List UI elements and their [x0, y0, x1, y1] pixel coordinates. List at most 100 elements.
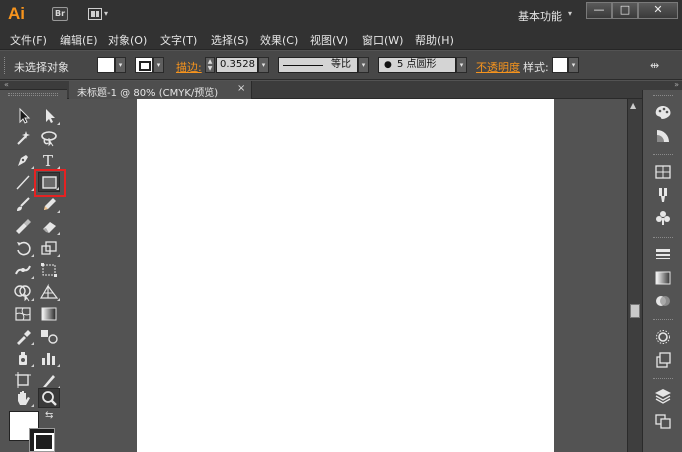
right-dock-header[interactable]: »: [642, 81, 682, 90]
toolbar-grip[interactable]: [8, 93, 58, 96]
rotate-tool[interactable]: [12, 238, 34, 258]
appearance-panel-button[interactable]: [653, 328, 673, 346]
dock-group-grip[interactable]: [653, 319, 673, 322]
eraser-tool[interactable]: [38, 216, 60, 236]
menu-object[interactable]: 对象(O): [108, 32, 147, 48]
menu-effect[interactable]: 效果(C): [260, 32, 298, 48]
magic-wand-tool[interactable]: [12, 128, 34, 148]
shape-builder-tool[interactable]: [12, 282, 34, 302]
close-button[interactable]: ✕: [638, 2, 678, 19]
selection-tool[interactable]: [12, 106, 34, 126]
scrollbar-thumb[interactable]: [630, 304, 640, 318]
stroke-panel-button[interactable]: [653, 246, 673, 264]
menu-view[interactable]: 视图(V): [310, 32, 348, 48]
zoom-magnifier-icon: [42, 391, 57, 406]
title-bar: Ai Br ▾ 基本功能 ▾ — □ ✕: [0, 0, 682, 30]
chevron-down-icon: ▾: [104, 9, 109, 18]
perspective-grid-tool[interactable]: [38, 282, 60, 302]
menu-help[interactable]: 帮助(H): [415, 32, 454, 48]
layers-panel-button[interactable]: [653, 387, 673, 405]
opacity-panel-link[interactable]: 不透明度: [476, 59, 520, 75]
pencil-tool[interactable]: [38, 194, 60, 214]
artboards-panel-button[interactable]: [653, 412, 673, 430]
artboard[interactable]: [137, 99, 554, 452]
minimize-button[interactable]: —: [586, 2, 612, 19]
menu-type[interactable]: 文字(T): [160, 32, 197, 48]
blob-brush-tool[interactable]: [12, 216, 34, 236]
appearance-sun-icon: [656, 330, 670, 344]
dock-group-grip[interactable]: [653, 237, 673, 240]
eyedropper-tool[interactable]: [12, 326, 34, 346]
graphic-styles-icon: [656, 352, 671, 368]
swatches-panel-button[interactable]: [653, 163, 673, 181]
arrange-documents-button[interactable]: ▾: [88, 8, 114, 22]
artboard-tool[interactable]: [12, 370, 34, 390]
zoom-tool[interactable]: [38, 388, 60, 408]
color-guide-panel-button[interactable]: [653, 127, 673, 145]
brushes-panel-button[interactable]: [653, 186, 673, 204]
fill-dropdown[interactable]: ▾: [115, 57, 126, 73]
vertical-scrollbar[interactable]: ▲: [627, 99, 642, 452]
paintbrush-icon: [17, 197, 30, 211]
scroll-up-icon[interactable]: ▲: [630, 101, 636, 110]
bridge-button[interactable]: Br: [52, 7, 68, 21]
direct-selection-tool[interactable]: [38, 106, 60, 126]
blend-tool[interactable]: [38, 326, 60, 346]
swap-fill-stroke-icon[interactable]: ⇆: [45, 410, 53, 421]
stroke-panel-link[interactable]: 描边:: [176, 59, 202, 75]
dock-group-grip[interactable]: [653, 154, 673, 157]
menu-edit[interactable]: 编辑(E): [60, 32, 98, 48]
free-transform-tool[interactable]: [38, 260, 60, 280]
lasso-tool[interactable]: [38, 128, 60, 148]
stroke-weight-dropdown[interactable]: ▾: [258, 57, 269, 73]
brush-dropdown[interactable]: ▾: [456, 57, 467, 73]
symbol-sprayer-tool[interactable]: [12, 348, 34, 368]
control-bar-grip[interactable]: [4, 57, 7, 74]
menu-window[interactable]: 窗口(W): [362, 32, 403, 48]
symbols-panel-button[interactable]: [653, 209, 673, 227]
graphic-style-swatch[interactable]: [552, 57, 568, 73]
selection-arrow-icon: [19, 107, 31, 124]
stroke-dropdown[interactable]: ▾: [153, 57, 164, 73]
stroke-color-box[interactable]: [29, 428, 55, 452]
gradient-tool[interactable]: [38, 304, 60, 324]
hand-tool[interactable]: [12, 388, 34, 408]
magic-wand-icon: [17, 131, 30, 145]
type-tool[interactable]: T: [38, 150, 60, 170]
stroke-weight-input[interactable]: 0.3528: [216, 57, 258, 73]
brush-definition[interactable]: ● 5 点圆形: [378, 57, 456, 73]
profile-line-sample: [283, 65, 323, 66]
profile-label: 等比: [331, 59, 351, 70]
svg-text:T: T: [43, 152, 53, 170]
maximize-button[interactable]: □: [612, 2, 638, 19]
mesh-tool[interactable]: [12, 304, 34, 324]
transparency-panel-button[interactable]: [653, 292, 673, 310]
toolbar-header[interactable]: «: [0, 81, 67, 90]
workspace-switcher[interactable]: 基本功能: [518, 8, 562, 24]
graphic-style-dropdown[interactable]: ▾: [568, 57, 579, 73]
dock-group-grip[interactable]: [653, 95, 673, 98]
gradient-panel-button[interactable]: [653, 269, 673, 287]
pen-tool[interactable]: [12, 150, 34, 170]
width-tool[interactable]: [12, 260, 34, 280]
slice-tool[interactable]: [38, 370, 60, 390]
graphic-styles-panel-button[interactable]: [653, 351, 673, 369]
gradient-icon: [41, 307, 57, 321]
dock-group-grip[interactable]: [653, 378, 673, 381]
menu-select[interactable]: 选择(S): [211, 32, 249, 48]
profile-dropdown[interactable]: ▾: [358, 57, 369, 73]
line-segment-tool[interactable]: [12, 172, 34, 192]
scale-tool[interactable]: [38, 238, 60, 258]
color-panel-button[interactable]: [653, 103, 673, 121]
document-tab[interactable]: 未标题-1 @ 80% (CMYK/预览) ×: [69, 81, 252, 99]
paintbrush-tool[interactable]: [12, 194, 34, 214]
stroke-lines-icon: [656, 249, 670, 259]
close-tab-button[interactable]: ×: [237, 83, 245, 94]
fill-color-swatch[interactable]: [97, 57, 115, 73]
stroke-color-swatch[interactable]: [135, 57, 153, 73]
column-graph-tool[interactable]: [38, 348, 60, 368]
panel-menu-icon[interactable]: ⇹: [650, 59, 659, 72]
menu-file[interactable]: 文件(F): [10, 32, 47, 48]
arrange-documents-icon: [88, 8, 102, 20]
stroke-weight-stepper[interactable]: ▲ ▼: [205, 57, 215, 73]
